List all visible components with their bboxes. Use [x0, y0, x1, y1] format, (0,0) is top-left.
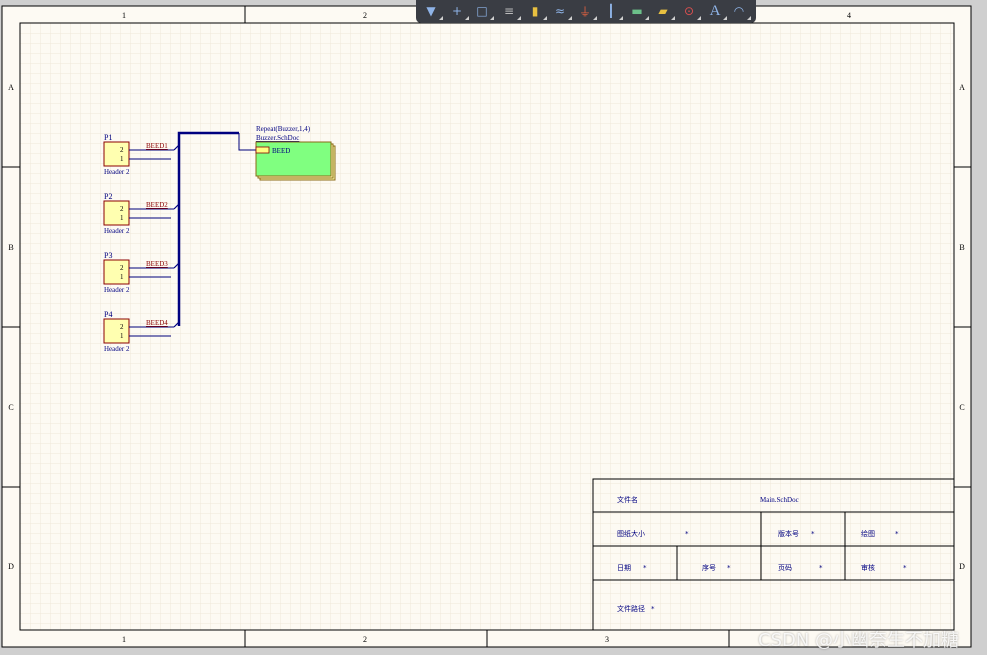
sheet-entry[interactable]	[255, 146, 270, 154]
row-label-right-c: C	[959, 403, 964, 412]
net-label[interactable]: BEED1	[146, 142, 168, 150]
path-label: 文件路径	[617, 604, 645, 613]
size-label: 图纸大小	[617, 529, 645, 538]
sheet-no-value: *	[727, 564, 731, 572]
file-name-value: Main.SchDoc	[760, 496, 799, 504]
part-body	[103, 259, 130, 285]
pin-number: 1	[120, 273, 124, 281]
part-icon[interactable]: ▮	[526, 3, 547, 20]
page-value: *	[819, 564, 823, 572]
page-label: 页码	[778, 564, 792, 572]
col-label-top-2: 2	[363, 11, 367, 20]
path-value: *	[651, 605, 655, 613]
row-label-left-b: B	[8, 243, 13, 252]
col-label-bottom-3: 3	[605, 635, 609, 644]
revision-label: 版本号	[778, 529, 799, 538]
arc-icon[interactable]: ◠	[730, 3, 751, 20]
sheet-no-label: 序号	[702, 563, 716, 572]
date-label: 日期	[617, 564, 631, 572]
pin-number: 2	[120, 146, 124, 154]
designator: P3	[104, 251, 112, 260]
drawn-label: 绘图	[861, 529, 875, 538]
col-label-top-4: 4	[847, 11, 851, 20]
row-label-left-a: A	[8, 83, 14, 92]
sheet-symbol-icon[interactable]: ▬	[628, 3, 649, 20]
col-label-bottom-2: 2	[363, 635, 367, 644]
filter-icon[interactable]: ▼	[422, 3, 443, 20]
row-label-left-d: D	[8, 562, 14, 571]
drawn-value: *	[895, 530, 899, 538]
watermark: CSDN @小幽奈生不加糖	[758, 630, 960, 651]
schematic-sheet: 1 2 4 1 2 3 A B C D A B C D P1 2 1 BEED1…	[0, 0, 987, 655]
bus-icon[interactable]: ┃	[602, 3, 623, 20]
text-icon[interactable]: A	[706, 3, 727, 20]
pin-number: 2	[120, 323, 124, 331]
row-label-right-d: D	[959, 562, 965, 571]
row-label-right-b: B	[959, 243, 964, 252]
row-label-left-c: C	[8, 403, 13, 412]
designator: P4	[104, 310, 112, 319]
sheet-designator: Repeat(Buzzer,1,4)	[256, 125, 311, 133]
pin-number: 1	[120, 332, 124, 340]
crosshair-icon[interactable]: +	[448, 3, 469, 20]
col-label-bottom-1: 1	[122, 635, 126, 644]
sheet-file-name: Buzzer.SchDoc	[256, 134, 299, 142]
wire-icon[interactable]: ≈	[551, 3, 572, 20]
pin-number: 1	[120, 155, 124, 163]
review-value: *	[903, 564, 907, 572]
designator: P1	[104, 133, 112, 142]
part-body	[103, 200, 130, 226]
row-label-right-a: A	[959, 83, 965, 92]
rectangle-select-icon[interactable]: □	[473, 3, 494, 20]
col-label-top-1: 1	[122, 11, 126, 20]
size-value: *	[685, 530, 689, 538]
review-label: 审核	[861, 563, 875, 572]
comment: Header 2	[104, 286, 130, 294]
sheet-entry-label: BEED	[272, 147, 290, 155]
date-value: *	[643, 564, 647, 572]
revision-value: *	[811, 530, 815, 538]
net-label-icon[interactable]: ▰	[654, 3, 675, 20]
part-body	[103, 141, 130, 167]
pin-number: 2	[120, 205, 124, 213]
net-label[interactable]: BEED2	[146, 201, 168, 209]
net-label[interactable]: BEED4	[146, 319, 168, 327]
part-body	[103, 318, 130, 344]
active-bar-toolbar: ▼ + □ ≡ ▮ ≈ ⏚ ┃ ▬ ▰ ⊙ A ◠	[416, 0, 756, 23]
pin-number: 2	[120, 264, 124, 272]
net-label[interactable]: BEED3	[146, 260, 168, 268]
align-icon[interactable]: ≡	[500, 3, 521, 20]
designator: P2	[104, 192, 112, 201]
pin-number: 1	[120, 214, 124, 222]
comment: Header 2	[104, 345, 130, 353]
comment: Header 2	[104, 227, 130, 235]
comment: Header 2	[104, 168, 130, 176]
file-name-label: 文件名	[617, 495, 638, 504]
power-port-icon[interactable]: ⏚	[576, 3, 597, 20]
port-icon[interactable]: ⊙	[680, 3, 701, 20]
